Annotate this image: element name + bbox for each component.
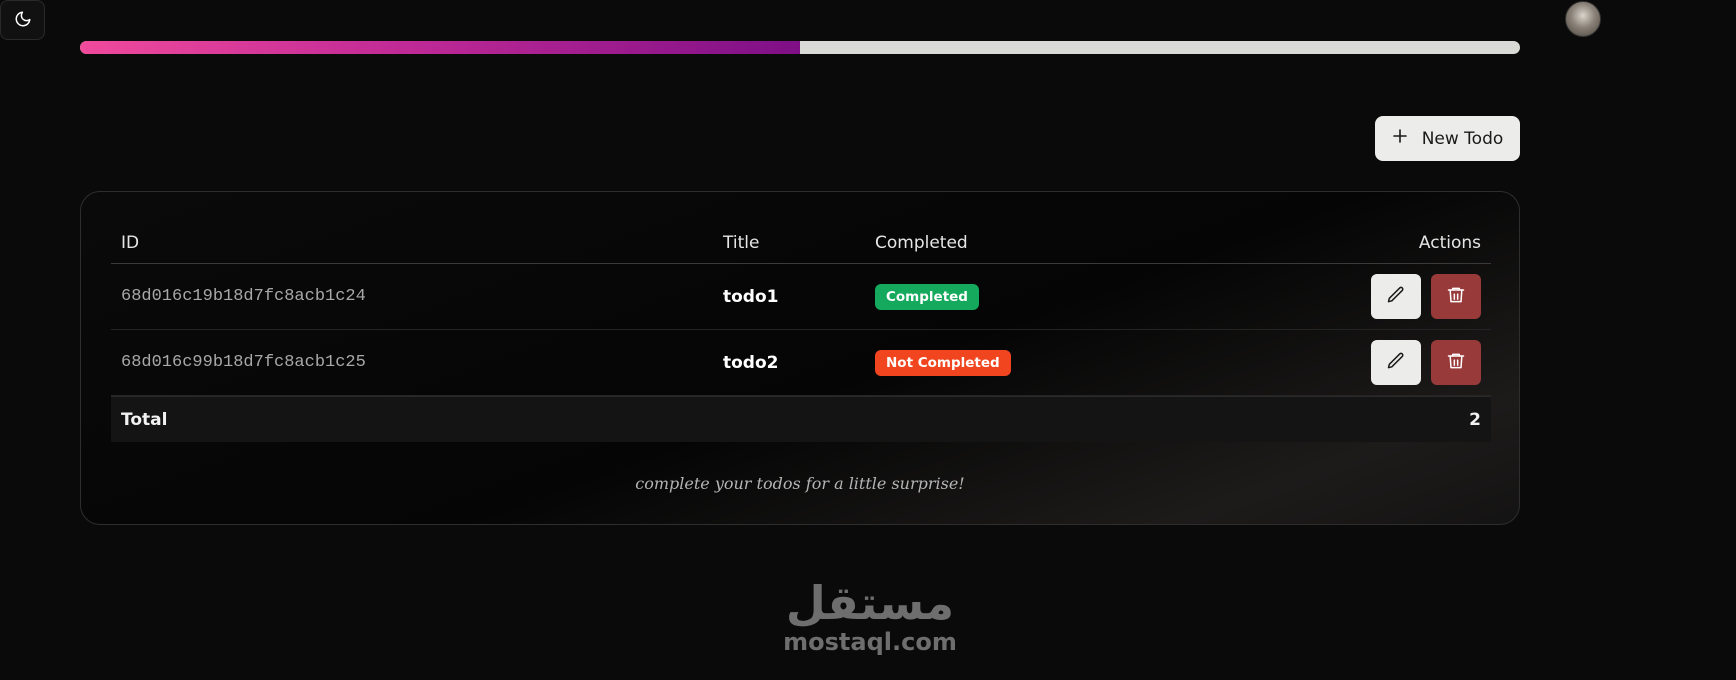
- column-header-id: ID: [121, 232, 140, 253]
- status-badge: Not Completed: [875, 349, 1011, 376]
- table-row: 68d016c19b18d7fc8acb1c24 todo1 Completed: [111, 264, 1491, 330]
- progress-bar: [80, 41, 1520, 54]
- pencil-icon: [1386, 285, 1406, 308]
- todo-title: todo1: [723, 286, 779, 307]
- trash-icon: [1446, 351, 1466, 374]
- todo-id: 68d016c19b18d7fc8acb1c24: [121, 287, 366, 306]
- todos-card: ID Title Completed Actions 68d016c19b18d…: [80, 191, 1520, 525]
- todo-title: todo2: [723, 352, 779, 373]
- moon-icon: [14, 10, 32, 31]
- edit-button[interactable]: [1371, 274, 1421, 319]
- new-todo-button[interactable]: New Todo: [1375, 116, 1520, 161]
- table-header: ID Title Completed Actions: [111, 222, 1491, 264]
- todos-table: ID Title Completed Actions 68d016c19b18d…: [111, 222, 1491, 442]
- plus-icon: [1392, 128, 1408, 149]
- column-header-title: Title: [723, 232, 760, 253]
- surprise-note: complete your todos for a little surpris…: [635, 474, 965, 493]
- trash-icon: [1446, 285, 1466, 308]
- total-label: Total: [121, 409, 168, 430]
- todo-id: 68d016c99b18d7fc8acb1c25: [121, 353, 366, 372]
- pencil-icon: [1386, 351, 1406, 374]
- user-avatar[interactable]: [1565, 1, 1601, 37]
- total-row: Total 2: [111, 396, 1491, 442]
- delete-button[interactable]: [1431, 340, 1481, 385]
- edit-button[interactable]: [1371, 340, 1421, 385]
- watermark-latin: mostaql.com: [783, 628, 957, 656]
- total-value: 2: [1469, 409, 1481, 430]
- table-row: 68d016c99b18d7fc8acb1c25 todo2 Not Compl…: [111, 330, 1491, 396]
- progress-fill: [80, 41, 800, 54]
- column-header-completed: Completed: [875, 232, 968, 253]
- new-todo-label: New Todo: [1421, 128, 1504, 149]
- column-header-actions: Actions: [1418, 232, 1481, 253]
- watermark-logo: مستقل mostaql.com: [770, 578, 970, 668]
- status-badge: Completed: [875, 283, 979, 310]
- delete-button[interactable]: [1431, 274, 1481, 319]
- watermark-arabic: مستقل: [785, 576, 955, 630]
- theme-toggle-button[interactable]: [0, 0, 45, 40]
